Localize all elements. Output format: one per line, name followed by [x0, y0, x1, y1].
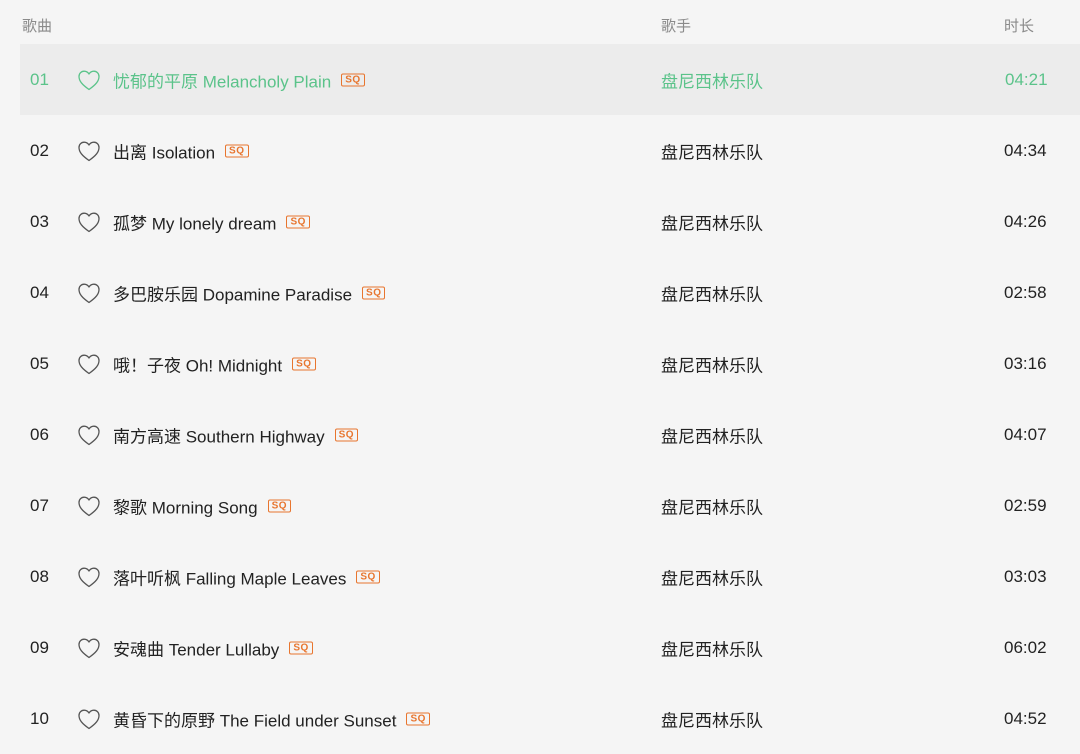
heart-icon[interactable]	[77, 353, 101, 375]
track-title[interactable]: 落叶听枫 Falling Maple Leaves	[113, 564, 346, 589]
track-duration: 03:03	[1004, 566, 1047, 586]
track-title-cell: 忧郁的平原 Melancholy Plain SQ	[113, 67, 365, 92]
track-title-cell: 黄昏下的原野 The Field under Sunset SQ	[113, 706, 430, 731]
track-title-cell: 哦！子夜 Oh! Midnight SQ	[113, 351, 316, 376]
track-title-cell: 落叶听枫 Falling Maple Leaves SQ	[113, 564, 380, 589]
track-duration: 02:58	[1004, 282, 1047, 302]
track-duration: 04:07	[1004, 424, 1047, 444]
track-row[interactable]: 02 出离 Isolation SQ 盘尼西林乐队 04:34	[0, 115, 1080, 186]
sq-quality-badge: SQ	[334, 428, 359, 441]
track-title-cell: 南方高速 Southern Highway SQ	[113, 422, 359, 447]
track-duration: 02:59	[1004, 495, 1047, 515]
sq-quality-badge: SQ	[267, 499, 292, 512]
sq-quality-badge: SQ	[341, 73, 365, 86]
track-duration: 04:34	[1004, 140, 1047, 160]
track-number: 04	[30, 282, 49, 302]
track-artist[interactable]: 盘尼西林乐队	[661, 138, 763, 163]
track-artist[interactable]: 盘尼西林乐队	[661, 635, 763, 660]
track-title[interactable]: 南方高速 Southern Highway	[113, 422, 325, 447]
track-row[interactable]: 05 哦！子夜 Oh! Midnight SQ 盘尼西林乐队 03:16	[0, 328, 1080, 399]
heart-icon[interactable]	[77, 708, 101, 730]
track-number: 05	[30, 353, 49, 373]
track-title[interactable]: 多巴胺乐园 Dopamine Paradise	[113, 280, 352, 305]
heart-icon[interactable]	[77, 140, 101, 162]
sq-quality-badge: SQ	[362, 286, 386, 299]
track-row[interactable]: 04 多巴胺乐园 Dopamine Paradise SQ 盘尼西林乐队 02:58	[0, 257, 1080, 328]
track-number: 03	[30, 211, 49, 231]
track-title[interactable]: 安魂曲 Tender Lullaby	[113, 635, 279, 660]
track-title[interactable]: 哦！子夜 Oh! Midnight	[113, 351, 282, 376]
track-artist[interactable]: 盘尼西林乐队	[661, 209, 763, 234]
sq-quality-badge: SQ	[286, 215, 310, 228]
track-artist[interactable]: 盘尼西林乐队	[661, 493, 763, 518]
heart-icon[interactable]	[77, 566, 101, 588]
track-title[interactable]: 黄昏下的原野 The Field under Sunset	[113, 706, 396, 731]
heart-icon[interactable]	[77, 424, 101, 446]
track-row[interactable]: 06 南方高速 Southern Highway SQ 盘尼西林乐队 04:07	[0, 399, 1080, 470]
track-number: 01	[30, 69, 49, 89]
track-row-playing[interactable]: 01 忧郁的平原 Melancholy Plain SQ 盘尼西林乐队 04:21	[20, 44, 1080, 115]
track-row[interactable]: 03 孤梦 My lonely dream SQ 盘尼西林乐队 04:26	[0, 186, 1080, 257]
sq-quality-badge: SQ	[292, 357, 316, 370]
sq-quality-badge: SQ	[406, 712, 430, 725]
track-title[interactable]: 孤梦 My lonely dream	[113, 209, 276, 234]
heart-icon[interactable]	[77, 282, 101, 304]
track-number: 10	[30, 708, 49, 728]
track-artist[interactable]: 盘尼西林乐队	[661, 67, 763, 92]
track-title[interactable]: 出离 Isolation	[113, 138, 215, 163]
track-row[interactable]: 08 落叶听枫 Falling Maple Leaves SQ 盘尼西林乐队 03:03	[0, 541, 1080, 612]
track-number: 06	[30, 424, 49, 444]
track-title[interactable]: 忧郁的平原 Melancholy Plain	[113, 67, 331, 92]
heart-icon[interactable]	[77, 495, 101, 517]
sq-quality-badge: SQ	[356, 570, 380, 583]
track-title-cell: 出离 Isolation SQ	[113, 138, 249, 163]
column-header-duration[interactable]: 时长	[1004, 15, 1034, 36]
track-number: 09	[30, 637, 49, 657]
track-title-cell: 孤梦 My lonely dream SQ	[113, 209, 310, 234]
track-row[interactable]: 07 黎歌 Morning Song SQ 盘尼西林乐队 02:59	[0, 470, 1080, 541]
track-title-cell: 黎歌 Morning Song SQ	[113, 493, 292, 518]
sq-quality-badge: SQ	[225, 144, 249, 157]
track-duration: 04:21	[1005, 69, 1048, 89]
track-duration: 03:16	[1004, 353, 1047, 373]
track-row[interactable]: 10 黄昏下的原野 The Field under Sunset SQ 盘尼西林乐队 0…	[0, 683, 1080, 754]
track-list: 01 忧郁的平原 Melancholy Plain SQ 盘尼西林乐队 04:21 02 出…	[0, 44, 1080, 754]
heart-icon[interactable]	[77, 69, 101, 91]
heart-icon[interactable]	[77, 211, 101, 233]
track-title[interactable]: 黎歌 Morning Song	[113, 493, 258, 518]
track-duration: 04:52	[1004, 708, 1047, 728]
track-row[interactable]: 09 安魂曲 Tender Lullaby SQ 盘尼西林乐队 06:02	[0, 612, 1080, 683]
track-artist[interactable]: 盘尼西林乐队	[661, 422, 763, 447]
track-artist[interactable]: 盘尼西林乐队	[661, 351, 763, 376]
track-duration: 06:02	[1004, 637, 1047, 657]
column-header-title[interactable]: 歌曲	[22, 15, 52, 36]
track-artist[interactable]: 盘尼西林乐队	[661, 564, 763, 589]
track-title-cell: 多巴胺乐园 Dopamine Paradise SQ	[113, 280, 386, 305]
track-number: 02	[30, 140, 49, 160]
tracklist-header: 歌曲 歌手 时长	[0, 0, 1080, 44]
track-title-cell: 安魂曲 Tender Lullaby SQ	[113, 635, 313, 660]
track-number: 07	[30, 495, 49, 515]
column-header-artist[interactable]: 歌手	[661, 15, 691, 36]
heart-icon[interactable]	[77, 637, 101, 659]
sq-quality-badge: SQ	[289, 641, 313, 654]
track-artist[interactable]: 盘尼西林乐队	[661, 280, 763, 305]
track-duration: 04:26	[1004, 211, 1047, 231]
track-number: 08	[30, 566, 49, 586]
track-artist[interactable]: 盘尼西林乐队	[661, 706, 763, 731]
